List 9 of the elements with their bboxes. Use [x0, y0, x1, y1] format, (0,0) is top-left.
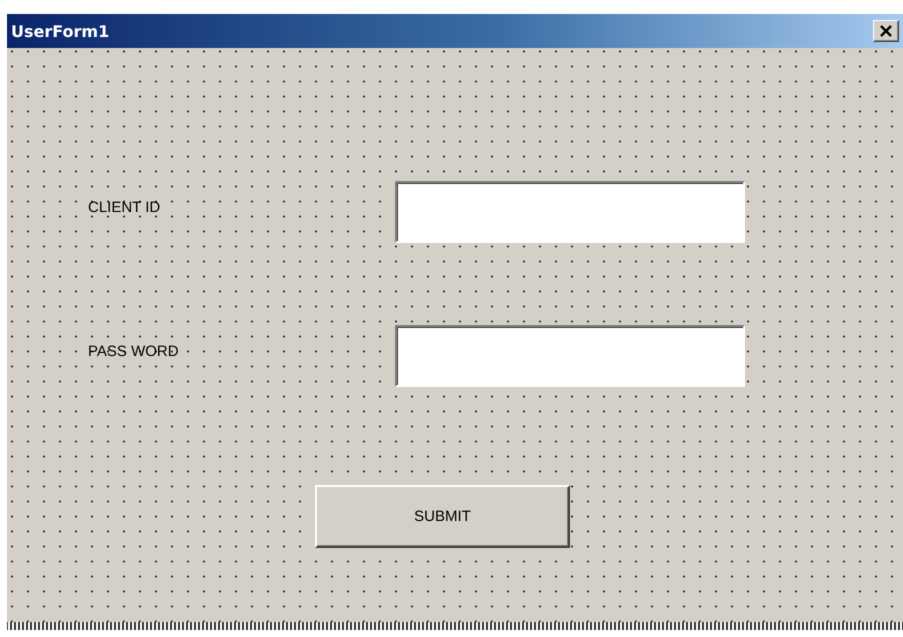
field-label: CLIENT ID — [88, 199, 160, 216]
submit-button[interactable]: SUBMIT — [315, 485, 570, 548]
close-icon — [879, 25, 893, 37]
window-title: UserForm1 — [11, 22, 110, 40]
text-box[interactable] — [395, 325, 745, 387]
field-label: PASS WORD — [88, 343, 179, 360]
form-resize-border[interactable] — [7, 622, 903, 630]
close-button[interactable] — [873, 20, 899, 42]
text-box[interactable] — [395, 181, 745, 243]
